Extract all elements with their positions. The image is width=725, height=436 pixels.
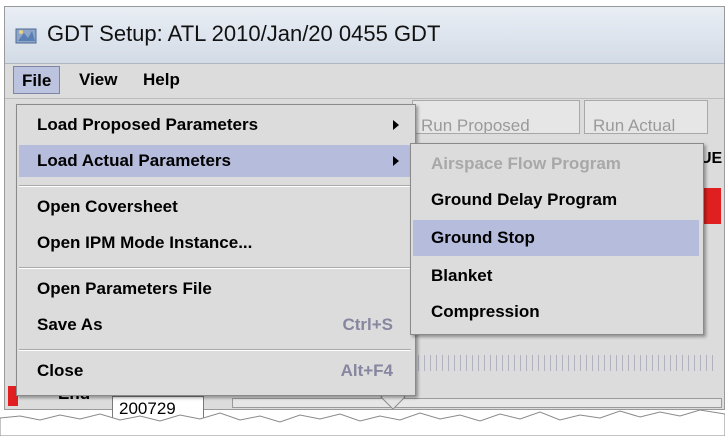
menu-help-label: Help (143, 70, 180, 89)
menu-item-label: Save As (37, 315, 103, 334)
submenu-item-label: Ground Stop (431, 228, 535, 247)
menu-help[interactable]: Help (135, 66, 188, 94)
menu-view-label: View (79, 70, 118, 89)
menu-item-label: Open Parameters File (37, 279, 212, 298)
menu-view[interactable]: View (71, 66, 125, 94)
title-bar: GDT Setup: ATL 2010/Jan/20 0455 GDT (5, 7, 724, 64)
submenu-arrow-icon (393, 120, 399, 130)
submenu-item-label: Compression (431, 302, 540, 321)
gdt-app-icon (15, 25, 39, 45)
submenu-item-compression[interactable]: Compression (413, 294, 699, 330)
submenu-item-afp: Airspace Flow Program (413, 146, 699, 182)
menu-item-open-parameters-file[interactable]: Open Parameters File (19, 273, 411, 305)
menu-item-load-actual[interactable]: Load Actual Parameters (19, 145, 411, 177)
menu-item-label: Load Proposed Parameters (37, 115, 259, 134)
menu-item-close[interactable]: Close Alt+F4 (19, 355, 411, 387)
menu-item-open-ipm[interactable]: Open IPM Mode Instance... (19, 227, 411, 259)
menu-file-label: File (22, 71, 52, 90)
menu-separator (19, 267, 411, 269)
submenu-item-label: Airspace Flow Program (431, 154, 621, 173)
load-actual-submenu: Airspace Flow Program Ground Delay Progr… (410, 143, 704, 335)
time-ruler (418, 355, 718, 371)
menu-separator (19, 349, 411, 351)
submenu-item-ground-stop[interactable]: Ground Stop (413, 220, 699, 256)
submenu-item-label: Ground Delay Program (431, 190, 618, 209)
run-actual-button[interactable]: Run Actual (584, 100, 708, 134)
menu-item-open-coversheet[interactable]: Open Coversheet (19, 191, 411, 223)
menu-item-save-as[interactable]: Save As Ctrl+S (19, 309, 411, 341)
menu-item-label: Load Actual Parameters (37, 151, 231, 170)
run-proposed-label: Run Proposed (421, 116, 530, 134)
shortcut-label: Ctrl+S (342, 315, 393, 334)
run-proposed-button[interactable]: Run Proposed (412, 100, 580, 134)
run-actual-label: Run Actual (593, 116, 676, 134)
torn-edge-decoration (0, 409, 725, 436)
menu-separator (19, 185, 411, 187)
menu-item-label: Close (37, 361, 84, 380)
menu-item-load-proposed[interactable]: Load Proposed Parameters (19, 109, 411, 141)
submenu-item-label: Blanket (431, 266, 493, 285)
shortcut-label: Alt+F4 (340, 361, 393, 380)
submenu-item-blanket[interactable]: Blanket (413, 258, 699, 294)
submenu-arrow-icon (393, 156, 399, 166)
submenu-item-gdp[interactable]: Ground Delay Program (413, 182, 699, 218)
menu-item-label: Open Coversheet (37, 197, 178, 216)
menu-bar: File View Help (5, 64, 724, 99)
window-title: GDT Setup: ATL 2010/Jan/20 0455 GDT (47, 21, 441, 46)
menu-file[interactable]: File (13, 66, 61, 94)
file-menu: Load Proposed Parameters Load Actual Par… (16, 104, 416, 396)
menu-item-label: Open IPM Mode Instance... (37, 233, 253, 252)
